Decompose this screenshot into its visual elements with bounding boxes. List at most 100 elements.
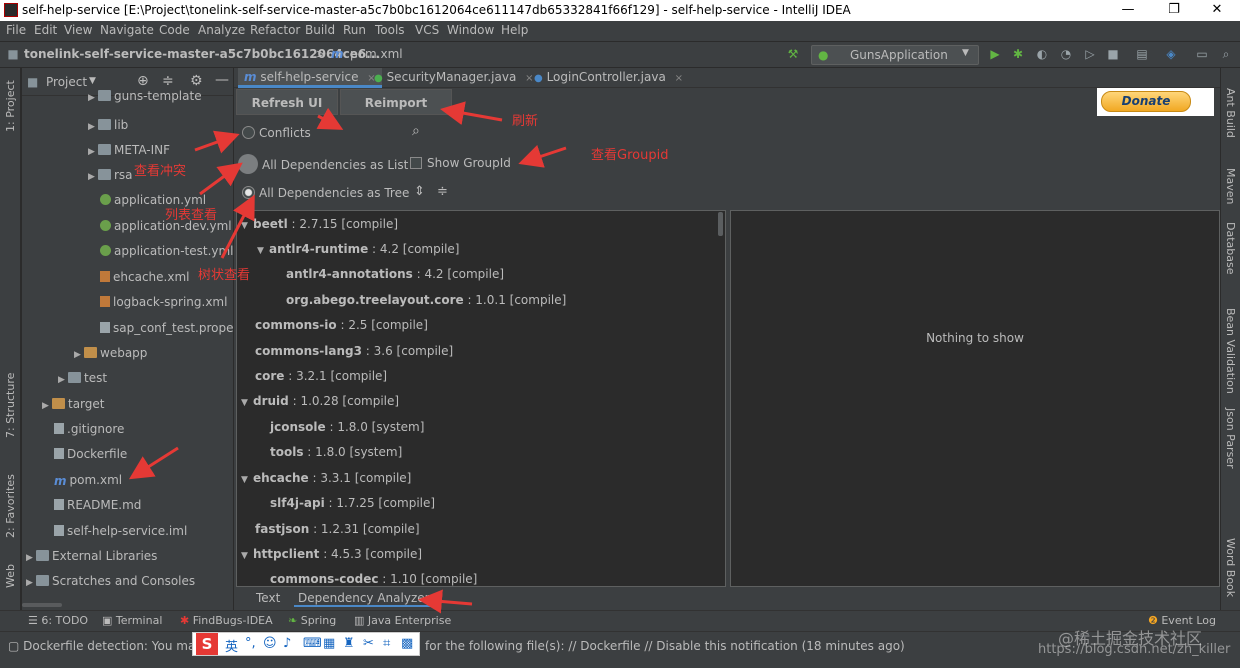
ime-mode-toggle[interactable]: 英: [225, 636, 238, 655]
horizontal-scrollbar[interactable]: [22, 603, 62, 607]
tree-item-test[interactable]: ▶ test: [58, 368, 107, 388]
expand-all-icon[interactable]: ⇕: [414, 184, 425, 199]
tree-item-webapp[interactable]: ▶ webapp: [74, 343, 147, 363]
dependency-node[interactable]: jconsole : 1.8.0 [system]: [270, 420, 424, 434]
emoji-icon[interactable]: ☺: [263, 636, 277, 651]
ant-build-tool-tab[interactable]: Ant Build: [1224, 88, 1237, 138]
findbugs-tool-button[interactable]: ✱ FindBugs-IDEA: [180, 614, 273, 627]
status-message-end[interactable]: for the following file(s): // Dockerfile…: [425, 639, 905, 653]
menu-navigate[interactable]: Navigate: [100, 23, 154, 37]
menu-vcs[interactable]: VCS: [415, 23, 439, 37]
donate-button[interactable]: Donate: [1101, 91, 1191, 112]
favorites-tool-tab[interactable]: 2: Favorites: [4, 474, 17, 538]
toolbox-icon[interactable]: ▦: [323, 636, 335, 651]
bean-validation-tool-tab[interactable]: Bean Validation: [1224, 308, 1237, 394]
search-icon[interactable]: ⌕: [412, 123, 420, 139]
dependency-node[interactable]: ▼ druid : 1.0.28 [compile]: [241, 394, 399, 408]
search-everywhere-icon[interactable]: ⌕: [1219, 47, 1233, 61]
keyboard-icon[interactable]: ⌨: [303, 636, 322, 651]
dependency-node[interactable]: commons-lang3 : 3.6 [compile]: [255, 344, 453, 358]
tree-item-external-libraries[interactable]: ▶ External Libraries: [26, 546, 157, 566]
tree-item-scratches[interactable]: ▶ Scratches and Consoles: [26, 571, 195, 591]
json-parser-tool-tab[interactable]: Json Parser: [1224, 408, 1237, 469]
build-hammer-icon[interactable]: ⚒: [786, 47, 800, 61]
vertical-scrollbar[interactable]: [718, 212, 723, 236]
structure-tool-tab[interactable]: 7: Structure: [4, 373, 17, 438]
menu-help[interactable]: Help: [501, 23, 528, 37]
web-tool-tab[interactable]: Web: [4, 564, 17, 588]
presentation-icon[interactable]: ▭: [1195, 47, 1209, 61]
maven-tool-tab[interactable]: Maven: [1224, 168, 1237, 204]
tree-item-rsa[interactable]: ▶ rsa: [88, 165, 133, 185]
show-groupid-checkbox[interactable]: Show GroupId: [410, 156, 511, 170]
chevron-down-icon[interactable]: ▼: [89, 76, 96, 86]
status-message-start[interactable]: ▢ Dockerfile detection: You may s: [8, 639, 213, 653]
dependency-node[interactable]: core : 3.2.1 [compile]: [255, 369, 387, 383]
tab-security-manager[interactable]: ● SecurityManager.java ×: [374, 68, 534, 88]
tab-self-help-service[interactable]: m self-help-service ×: [238, 68, 382, 88]
menu-code[interactable]: Code: [159, 23, 190, 37]
stop-icon[interactable]: ■: [1106, 47, 1120, 61]
list-radio[interactable]: All Dependencies as List: [238, 154, 408, 174]
run-next-icon[interactable]: ▷: [1083, 47, 1097, 61]
dependency-node[interactable]: fastjson : 1.2.31 [compile]: [255, 522, 420, 536]
dependency-node[interactable]: ▼ beetl : 2.7.15 [compile]: [241, 217, 398, 231]
dependency-node[interactable]: ▼ antlr4-runtime : 4.2 [compile]: [257, 242, 459, 256]
tab-dependency-analyzer[interactable]: Dependency Analyzer: [294, 591, 434, 607]
menu-file[interactable]: File: [6, 23, 26, 37]
close-tab-icon[interactable]: ×: [675, 73, 683, 84]
dependency-node[interactable]: tools : 1.8.0 [system]: [270, 445, 402, 459]
tree-item-pom-xml[interactable]: m pom.xml: [54, 470, 122, 490]
tree-item-application-test-yml[interactable]: application-test.yml: [100, 241, 233, 261]
menu-refactor[interactable]: Refactor: [250, 23, 300, 37]
menu-build[interactable]: Build: [305, 23, 335, 37]
conflicts-radio[interactable]: Conflicts: [242, 126, 311, 140]
tab-text[interactable]: Text: [256, 591, 280, 605]
crop-icon[interactable]: ⌗: [383, 636, 390, 651]
tree-item-sap-conf-test-properties[interactable]: sap_conf_test.properties: [100, 318, 233, 338]
menu-window[interactable]: Window: [447, 23, 494, 37]
tree-radio[interactable]: All Dependencies as Tree: [242, 186, 409, 200]
maximize-button[interactable]: ❐: [1151, 0, 1197, 21]
tab-login-controller[interactable]: ● LoginController.java ×: [534, 68, 683, 88]
profile-icon[interactable]: ◔: [1059, 47, 1073, 61]
tree-item-lib[interactable]: ▶ lib: [88, 115, 128, 135]
dependency-node[interactable]: ▼ ehcache : 3.3.1 [compile]: [241, 471, 411, 485]
database-tool-tab[interactable]: Database: [1224, 222, 1237, 275]
collapse-all-icon[interactable]: ≑: [162, 73, 174, 89]
tree-item-target[interactable]: ▶ target: [42, 394, 105, 414]
coverage-icon[interactable]: ◐: [1035, 47, 1049, 61]
tree-item-gitignore[interactable]: .gitignore: [54, 419, 124, 439]
sogou-logo-icon[interactable]: S: [196, 633, 218, 655]
menu-edit[interactable]: Edit: [34, 23, 57, 37]
dependency-node[interactable]: commons-io : 2.5 [compile]: [255, 318, 428, 332]
tree-item-readme-md[interactable]: README.md: [54, 495, 141, 515]
tree-item-dockerfile[interactable]: Dockerfile: [54, 444, 127, 464]
hide-panel-icon[interactable]: —: [215, 72, 229, 88]
tree-item-ehcache-xml[interactable]: ehcache.xml: [100, 267, 189, 287]
skin-icon[interactable]: ♜: [343, 636, 355, 651]
run-configuration-selector[interactable]: ● GunsApplication ▼: [811, 45, 979, 65]
java-enterprise-tool-button[interactable]: ▥ Java Enterprise: [354, 614, 451, 627]
tree-item-meta-inf[interactable]: ▶ META-INF: [88, 140, 170, 160]
todo-tool-button[interactable]: ☰ 6: TODO: [28, 614, 88, 627]
spring-tool-button[interactable]: ❧ Spring: [288, 614, 336, 627]
menu-tools[interactable]: Tools: [375, 23, 405, 37]
microphone-icon[interactable]: ♪: [283, 636, 291, 651]
project-tool-tab[interactable]: 1: Project: [4, 80, 17, 132]
screenshot-icon[interactable]: ✂: [363, 636, 374, 651]
reimport-button[interactable]: Reimport: [340, 89, 452, 115]
debug-icon[interactable]: ✱: [1011, 47, 1025, 61]
breadcrumb-project[interactable]: tonelink-self-service-master-a5c7b0bc161…: [24, 47, 380, 61]
dependency-node[interactable]: antlr4-annotations : 4.2 [compile]: [286, 267, 504, 281]
word-book-tool-tab[interactable]: Word Book: [1224, 538, 1237, 597]
terminal-tool-button[interactable]: ▣ Terminal: [102, 614, 162, 627]
close-tab-icon[interactable]: ×: [525, 73, 533, 84]
dependency-node[interactable]: org.abego.treelayout.core : 1.0.1 [compi…: [286, 293, 566, 307]
run-icon[interactable]: ▶: [988, 47, 1002, 61]
dependency-node[interactable]: slf4j-api : 1.7.25 [compile]: [270, 496, 435, 510]
locate-file-icon[interactable]: ⊕: [137, 73, 149, 89]
tree-item-self-help-service-iml[interactable]: self-help-service.iml: [54, 521, 187, 541]
menu-run[interactable]: Run: [343, 23, 366, 37]
menu-view[interactable]: View: [64, 23, 92, 37]
